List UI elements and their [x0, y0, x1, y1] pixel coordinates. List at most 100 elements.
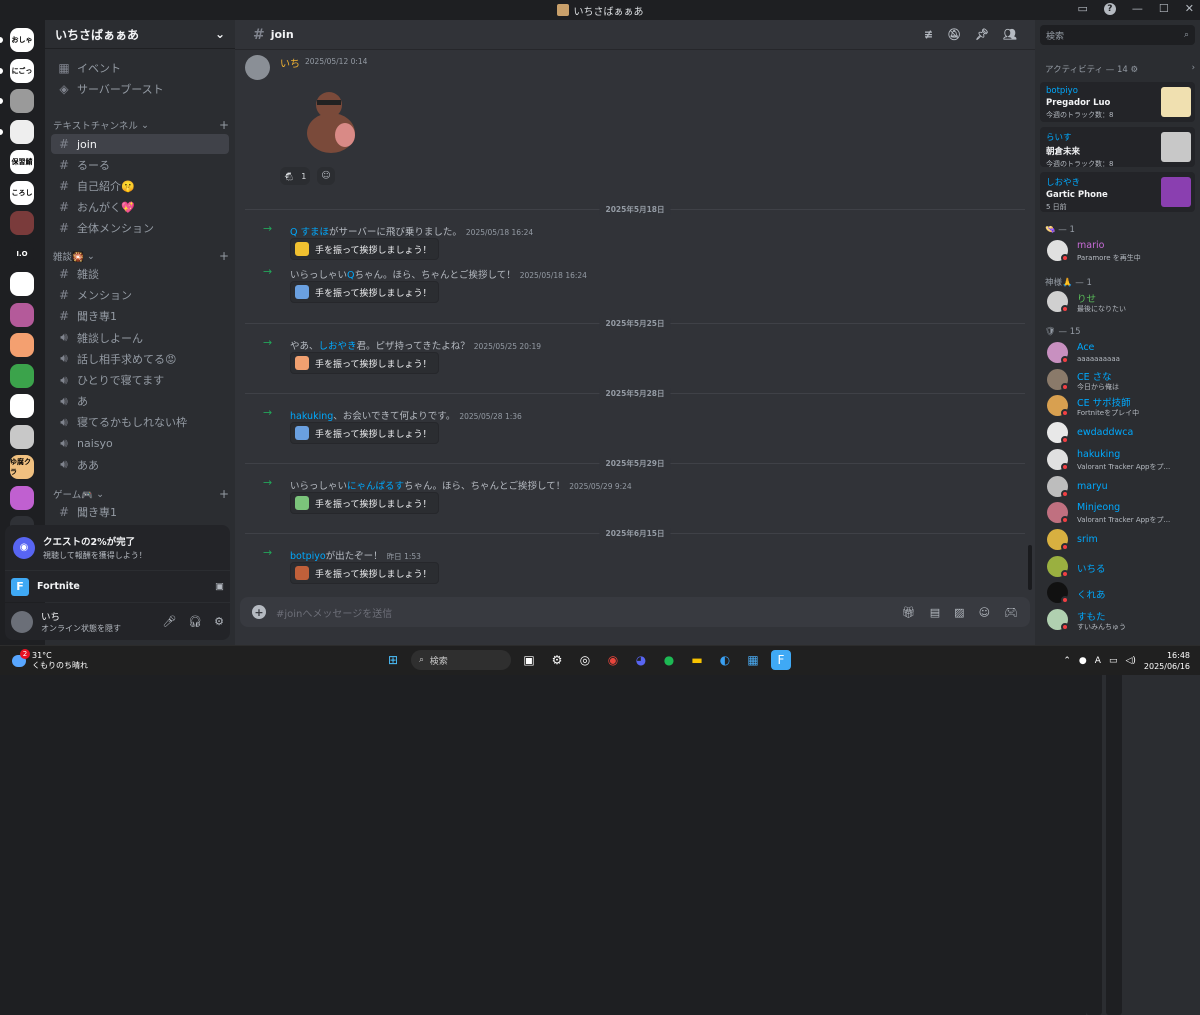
member-row[interactable]: すもた すいみんちゅう	[1047, 609, 1197, 633]
category-text[interactable]: テキストチャンネル ⌄ +	[53, 117, 229, 133]
wave-button[interactable]: 手を振って挨拶しましょう！	[290, 492, 439, 514]
volume-icon[interactable]: ◁)	[1125, 656, 1135, 666]
member-row[interactable]: maryu	[1047, 475, 1197, 500]
search-input[interactable]: 検索 ⌕	[1040, 25, 1195, 45]
microphone-icon[interactable]: 🎤︎	[162, 615, 176, 628]
wave-button[interactable]: 手を振って挨拶しましょう！	[290, 562, 439, 584]
tray-app-icon[interactable]: ●	[1079, 656, 1087, 666]
channel-voice[interactable]: 🔊︎ あ	[51, 391, 229, 411]
edge-icon[interactable]: ◐	[715, 650, 735, 670]
close-button[interactable]: ✕	[1185, 2, 1194, 15]
chrome-icon[interactable]: ◉	[603, 650, 623, 670]
channel-text[interactable]: # メンション	[51, 285, 229, 305]
member-row[interactable]: hakuking Valorant Tracker Appをプ...	[1047, 448, 1197, 473]
channel-voice[interactable]: 🔊︎ ああ	[51, 455, 229, 475]
minimize-button[interactable]: —	[1132, 2, 1143, 15]
channel-voice[interactable]: 🔊︎ naisyo	[51, 434, 229, 454]
reaction[interactable]: 🐔︎ 1	[280, 167, 310, 185]
channel-voice[interactable]: 🔊︎ 寝てるかもしれない枠	[51, 412, 229, 432]
server-icon[interactable]	[10, 302, 34, 327]
member-row[interactable]: りせ 最後になりたい	[1047, 291, 1197, 315]
quest-progress[interactable]: ◉ クエストの2%が完了 視聴して報酬を獲得しよう！	[5, 525, 230, 570]
channel-text[interactable]: # 雑談	[51, 264, 229, 284]
gear-icon[interactable]: ⚙	[214, 615, 224, 628]
clock[interactable]: 16:48 2025/06/16	[1144, 650, 1190, 672]
inbox-icon[interactable]: ▭	[1078, 2, 1088, 15]
steam-icon[interactable]: ◎	[575, 650, 595, 670]
channel-voice[interactable]: 🔊︎ 雑談しよーん	[51, 328, 229, 348]
members-icon[interactable]: 👥︎	[1003, 28, 1017, 41]
server-icon[interactable]	[10, 119, 34, 144]
help-icon[interactable]: ?	[1103, 2, 1116, 15]
add-reaction-icon[interactable]: ☺	[317, 167, 335, 185]
wave-button[interactable]: 手を振って挨拶しましょう！	[290, 281, 439, 303]
avatar[interactable]	[11, 610, 33, 633]
server-icon[interactable]	[10, 394, 34, 418]
channel-voice[interactable]: 🔊︎ 話し相手求めてる😡	[51, 349, 229, 369]
chevron-up-icon[interactable]: ⌃	[1063, 656, 1071, 666]
channel-text[interactable]: # 全体メンション	[51, 218, 229, 238]
wave-button[interactable]: 手を振って挨拶しましょう！	[290, 422, 439, 444]
member-row[interactable]: くれあ	[1047, 582, 1197, 606]
gift-icon[interactable]: 🎁︎	[902, 606, 916, 619]
activity-card[interactable]: botpiyo Pregador Luo 今週のトラック数：8	[1040, 82, 1195, 122]
attach-plus-icon[interactable]: +	[252, 605, 266, 619]
add-channel-icon[interactable]: +	[219, 118, 229, 132]
message-composer[interactable]: + #joinへメッセージを送信 🎁︎ ▤ ▨ ☺ 🎮︎	[240, 597, 1030, 627]
channel-text[interactable]: # 聞き専1	[51, 502, 229, 522]
member-row[interactable]: CE さな 今日から俺は	[1047, 368, 1197, 393]
server-icon[interactable]: ころし	[10, 180, 34, 205]
server-icon[interactable]: 保習鯖	[10, 150, 34, 174]
member-row[interactable]: CE サポ技師 Fortniteをプレイ中	[1047, 395, 1197, 419]
emoji-icon[interactable]: ☺	[979, 606, 990, 619]
guild-header[interactable]: いちさばぁぁあ ⌄	[45, 20, 235, 49]
join-username[interactable]: にゃんぱるす	[347, 481, 404, 492]
boost-item[interactable]: ◈ サーバーブースト	[51, 79, 229, 99]
join-username[interactable]: hakuking	[290, 411, 333, 422]
member-row[interactable]: Ace aaaaaaaaaa	[1047, 342, 1197, 366]
server-icon[interactable]	[10, 211, 34, 235]
sticker-icon[interactable]: ▨	[954, 606, 964, 619]
maximize-button[interactable]: ☐	[1159, 2, 1169, 15]
folder-icon[interactable]: ▬	[687, 650, 707, 670]
message-author[interactable]: いち	[280, 55, 300, 70]
events-item[interactable]: ▦ イベント	[51, 58, 229, 78]
channel-text[interactable]: # 聞き専1	[51, 306, 229, 326]
activity-panel[interactable]: F Fortnite ▣	[5, 570, 230, 602]
channel-text[interactable]: # おんがく💖	[51, 197, 229, 217]
member-row[interactable]: mario Paramore を再生中	[1047, 240, 1197, 264]
server-icon[interactable]	[10, 424, 34, 449]
add-channel-icon[interactable]: +	[219, 487, 229, 501]
add-channel-icon[interactable]: +	[219, 249, 229, 263]
join-username[interactable]: Q すまほ	[290, 227, 329, 238]
channel-text[interactable]: # るーる	[51, 155, 229, 175]
server-icon[interactable]	[10, 272, 34, 296]
wave-button[interactable]: 手を振って挨拶しましょう！	[290, 352, 439, 374]
activity-card[interactable]: しおやき Gartic Phone 5 日前	[1040, 172, 1195, 212]
fortnite-taskbar-icon[interactable]: F	[771, 650, 791, 670]
task-view-icon[interactable]: ▣	[519, 650, 539, 670]
channel-text[interactable]: # 自己紹介🤫	[51, 176, 229, 196]
spotify-icon[interactable]: ●	[659, 650, 679, 670]
scrollbar[interactable]	[1028, 545, 1032, 590]
wave-button[interactable]: 手を振って挨拶しましょう！	[290, 238, 439, 260]
taskbar-search[interactable]: ⌕ 検索	[411, 650, 511, 670]
category-game[interactable]: ゲーム🎮 ⌄ +	[53, 486, 229, 502]
activities-icon[interactable]: 🎮︎	[1004, 606, 1018, 619]
join-username[interactable]: botpiyo	[290, 551, 326, 562]
headphones-icon[interactable]: 🎧︎	[188, 615, 202, 628]
server-icon[interactable]: ゆ腐クラ	[10, 455, 34, 479]
input-language[interactable]: A	[1095, 656, 1101, 666]
chevron-right-icon[interactable]: ›	[1192, 63, 1195, 75]
server-icon[interactable]	[10, 89, 34, 113]
windows-start-icon[interactable]: ⊞	[383, 650, 403, 670]
category-chat[interactable]: 雑談🎇 ⌄ +	[53, 248, 229, 264]
server-icon[interactable]: I.O	[10, 241, 34, 266]
weather-widget[interactable]: 2 31°C くもりのち晴れ	[12, 649, 88, 671]
sticker-image[interactable]	[295, 83, 365, 158]
server-icon[interactable]	[10, 363, 34, 388]
server-icon[interactable]	[10, 485, 34, 510]
member-row[interactable]: Minjeong Valorant Tracker Appをプ...	[1047, 502, 1197, 526]
settings-icon[interactable]: ⚙	[547, 650, 567, 670]
store-icon[interactable]: ▦	[743, 650, 763, 670]
